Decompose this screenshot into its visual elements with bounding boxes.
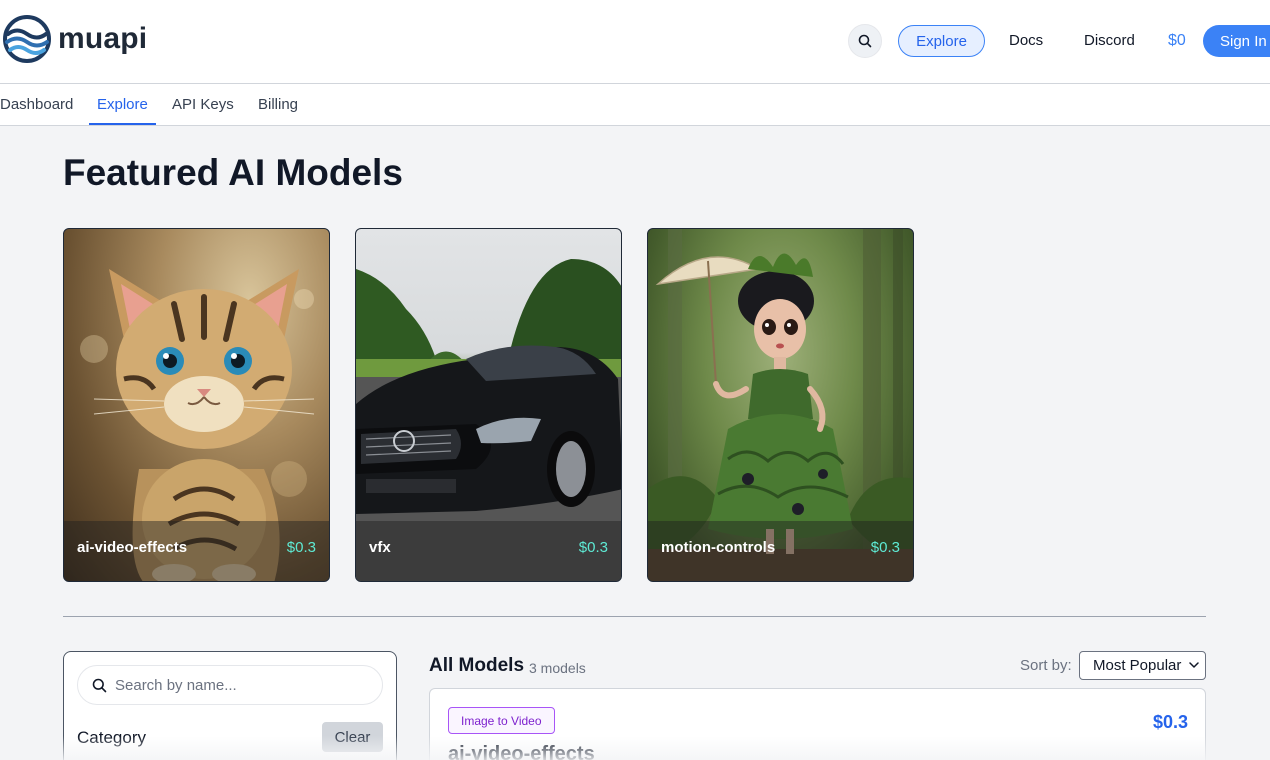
top-header: muapi Explore Docs Discord $0 Sign In <box>0 0 1270 84</box>
models-count: 3 models <box>529 660 586 676</box>
featured-model-price: $0.3 <box>578 539 608 556</box>
featured-card[interactable]: motion-controls $0.3 <box>647 228 914 582</box>
brand-name: muapi <box>58 22 148 55</box>
clear-filters-button[interactable]: Clear <box>322 722 383 752</box>
featured-model-price: $0.3 <box>870 539 900 556</box>
nav-discord-link[interactable]: Discord <box>1084 32 1135 49</box>
chevron-down-icon <box>1189 662 1199 668</box>
wave-logo-icon <box>3 15 51 63</box>
model-list-item[interactable]: Image to Video $0.3 ai-video-effects <box>429 688 1206 760</box>
sub-navigation: Dashboard Explore API Keys Billing <box>0 84 1270 126</box>
search-field-wrapper[interactable] <box>77 665 383 705</box>
all-models-title: All Models <box>429 655 525 676</box>
brand-logo[interactable]: muapi <box>2 14 147 64</box>
model-category-badge: Image to Video <box>448 707 555 734</box>
search-icon <box>92 678 107 692</box>
featured-model-price: $0.3 <box>286 539 316 556</box>
featured-model-name: ai-video-effects <box>77 539 188 556</box>
search-icon <box>858 34 872 48</box>
tab-explore[interactable]: Explore <box>97 96 148 113</box>
featured-card[interactable]: ai-video-effects $0.3 <box>63 228 330 582</box>
page-title: Featured AI Models <box>63 152 403 193</box>
tab-dashboard[interactable]: Dashboard <box>0 96 73 113</box>
nav-docs-link[interactable]: Docs <box>1009 32 1043 49</box>
account-balance[interactable]: $0 <box>1168 32 1186 50</box>
search-button[interactable] <box>848 24 882 58</box>
sign-in-button[interactable]: Sign In <box>1203 25 1270 57</box>
featured-model-name: motion-controls <box>661 539 776 556</box>
section-divider <box>63 616 1206 617</box>
model-name: ai-video-effects <box>448 743 595 760</box>
search-input[interactable] <box>115 676 365 694</box>
category-label: Category <box>77 728 146 747</box>
nav-explore-button[interactable]: Explore <box>898 25 985 57</box>
featured-model-name: vfx <box>369 539 391 556</box>
active-tab-indicator <box>89 123 156 125</box>
tab-billing[interactable]: Billing <box>258 96 298 113</box>
sort-label: Sort by: <box>1020 657 1072 674</box>
filter-panel: Category Clear <box>63 651 397 760</box>
sort-selected-value: Most Popular <box>1093 657 1182 674</box>
sort-select[interactable]: Most Popular <box>1079 651 1206 680</box>
featured-card[interactable]: vfx $0.3 <box>355 228 622 582</box>
model-price: $0.3 <box>1152 712 1188 732</box>
tab-api-keys[interactable]: API Keys <box>172 96 234 113</box>
